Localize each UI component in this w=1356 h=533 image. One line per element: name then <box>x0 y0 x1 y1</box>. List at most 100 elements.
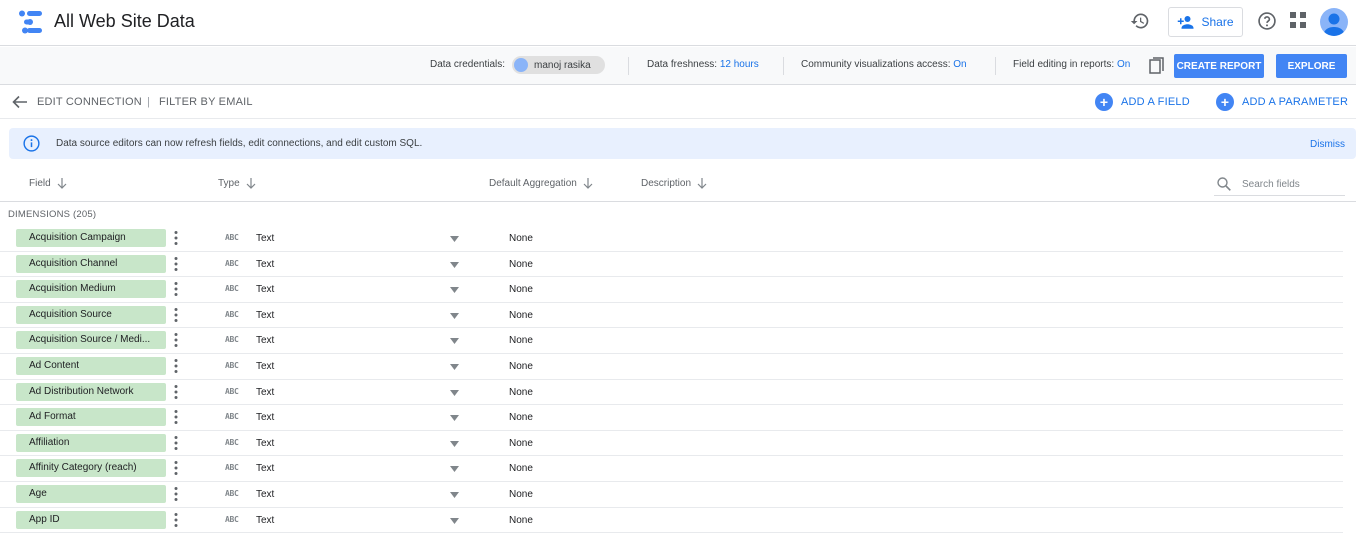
credentials-chip[interactable]: manoj rasika <box>512 56 605 74</box>
text-type-icon: ABC <box>225 386 239 396</box>
caret-down-icon[interactable] <box>450 517 459 524</box>
field-aggregation[interactable]: None <box>509 310 533 321</box>
app-bar: All Web Site Data Share <box>0 0 1356 46</box>
field-type[interactable]: Text <box>256 233 274 244</box>
caret-down-icon[interactable] <box>450 363 459 370</box>
caret-down-icon[interactable] <box>450 236 459 242</box>
field-name-chip[interactable]: Ad Content <box>16 356 166 375</box>
plus-icon: + <box>1095 93 1113 111</box>
data-freshness: Data freshness: 12 hours <box>647 59 759 70</box>
more-vert-icon[interactable] <box>171 512 181 528</box>
field-name-chip[interactable]: Ad Distribution Network <box>16 382 166 401</box>
community-link[interactable]: On <box>953 59 966 70</box>
field-type[interactable]: Text <box>256 387 274 398</box>
more-vert-icon[interactable] <box>171 409 181 425</box>
add-parameter-label: ADD A PARAMETER <box>1242 96 1349 108</box>
column-header-type[interactable]: Type <box>218 178 256 189</box>
field-name-chip[interactable]: App ID <box>16 510 166 529</box>
copy-icon[interactable] <box>1149 57 1165 75</box>
field-aggregation[interactable]: None <box>509 463 533 474</box>
more-vert-icon[interactable] <box>171 435 181 451</box>
field-aggregation[interactable]: None <box>509 335 533 346</box>
dismiss-button[interactable]: Dismiss <box>1310 139 1345 150</box>
more-vert-icon[interactable] <box>171 486 181 502</box>
field-type[interactable]: Text <box>256 335 274 346</box>
header-divider <box>0 201 1356 202</box>
field-type[interactable]: Text <box>256 361 274 372</box>
share-button[interactable]: Share <box>1168 7 1243 37</box>
field-aggregation[interactable]: None <box>509 489 533 500</box>
field-name-chip[interactable]: Acquisition Medium <box>16 280 166 299</box>
table-row: Ad Format ABC Text None <box>0 405 1343 431</box>
caret-down-icon[interactable] <box>450 338 459 345</box>
field-aggregation[interactable]: None <box>509 361 533 372</box>
caret-down-icon[interactable] <box>450 312 459 319</box>
field-aggregation[interactable]: None <box>509 259 533 270</box>
arrow-down-icon <box>246 178 256 189</box>
caret-down-icon[interactable] <box>450 261 459 268</box>
caret-down-icon[interactable] <box>450 389 459 396</box>
field-name-chip[interactable]: Acquisition Campaign <box>16 229 166 247</box>
more-vert-icon[interactable] <box>171 460 181 476</box>
help-icon[interactable] <box>1257 11 1277 31</box>
search-input[interactable] <box>1242 176 1342 192</box>
history-icon[interactable] <box>1130 11 1150 31</box>
page-title[interactable]: All Web Site Data <box>54 11 195 32</box>
field-aggregation[interactable]: None <box>509 284 533 295</box>
explore-button[interactable]: EXPLORE <box>1276 54 1347 78</box>
data-studio-logo[interactable] <box>18 10 44 34</box>
field-type[interactable]: Text <box>256 412 274 423</box>
column-header-description[interactable]: Description <box>641 178 707 189</box>
field-name-chip[interactable]: Acquisition Source <box>16 305 166 324</box>
field-editing-link[interactable]: On <box>1117 59 1130 70</box>
info-banner: Data source editors can now refresh fiel… <box>9 128 1356 159</box>
caret-down-icon[interactable] <box>450 466 459 473</box>
more-vert-icon[interactable] <box>171 384 181 400</box>
field-type[interactable]: Text <box>256 463 274 474</box>
table-row: Acquisition Source / Medi... ABC Text None <box>0 328 1343 354</box>
more-vert-icon[interactable] <box>171 358 181 374</box>
freshness-link[interactable]: 12 hours <box>720 59 759 70</box>
field-aggregation[interactable]: None <box>509 515 533 526</box>
edit-connection-link[interactable]: EDIT CONNECTION <box>37 96 142 108</box>
field-name-chip[interactable]: Age <box>16 484 166 503</box>
add-parameter-button[interactable]: + ADD A PARAMETER <box>1216 93 1348 111</box>
field-name-chip[interactable]: Acquisition Channel <box>16 254 166 273</box>
freshness-label: Data freshness: <box>647 59 718 70</box>
field-name-chip[interactable]: Ad Format <box>16 408 166 427</box>
field-name-chip[interactable]: Acquisition Source / Medi... <box>16 331 166 350</box>
column-header-field[interactable]: Field <box>29 178 67 189</box>
caret-down-icon[interactable] <box>450 491 459 498</box>
field-type[interactable]: Text <box>256 438 274 449</box>
account-avatar[interactable] <box>1320 8 1348 36</box>
field-aggregation[interactable]: None <box>509 387 533 398</box>
field-aggregation[interactable]: None <box>509 438 533 449</box>
create-report-button[interactable]: CREATE REPORT <box>1174 54 1264 78</box>
dimensions-section-label: DIMENSIONS (205) <box>8 209 97 220</box>
field-name-chip[interactable]: Affinity Category (reach) <box>16 459 166 478</box>
field-type[interactable]: Text <box>256 489 274 500</box>
filter-by-email-link[interactable]: FILTER BY EMAIL <box>159 96 253 108</box>
add-field-label: ADD A FIELD <box>1121 96 1190 108</box>
field-type[interactable]: Text <box>256 310 274 321</box>
more-vert-icon[interactable] <box>171 332 181 348</box>
arrow-back-icon[interactable] <box>12 95 28 109</box>
caret-down-icon[interactable] <box>450 287 459 294</box>
field-editing-label: Field editing in reports: <box>1013 59 1115 70</box>
caret-down-icon[interactable] <box>450 415 459 422</box>
more-vert-icon[interactable] <box>171 230 181 246</box>
column-header-aggregation[interactable]: Default Aggregation <box>489 178 593 189</box>
apps-grid-icon[interactable] <box>1290 12 1306 28</box>
add-field-button[interactable]: + ADD A FIELD <box>1095 93 1190 111</box>
more-vert-icon[interactable] <box>171 256 181 272</box>
field-name-chip[interactable]: Affiliation <box>16 433 166 452</box>
field-type[interactable]: Text <box>256 515 274 526</box>
field-type[interactable]: Text <box>256 284 274 295</box>
field-editing: Field editing in reports: On <box>1013 59 1130 70</box>
more-vert-icon[interactable] <box>171 307 181 323</box>
more-vert-icon[interactable] <box>171 281 181 297</box>
field-type[interactable]: Text <box>256 259 274 270</box>
field-aggregation[interactable]: None <box>509 233 533 244</box>
caret-down-icon[interactable] <box>450 440 459 447</box>
field-aggregation[interactable]: None <box>509 412 533 423</box>
